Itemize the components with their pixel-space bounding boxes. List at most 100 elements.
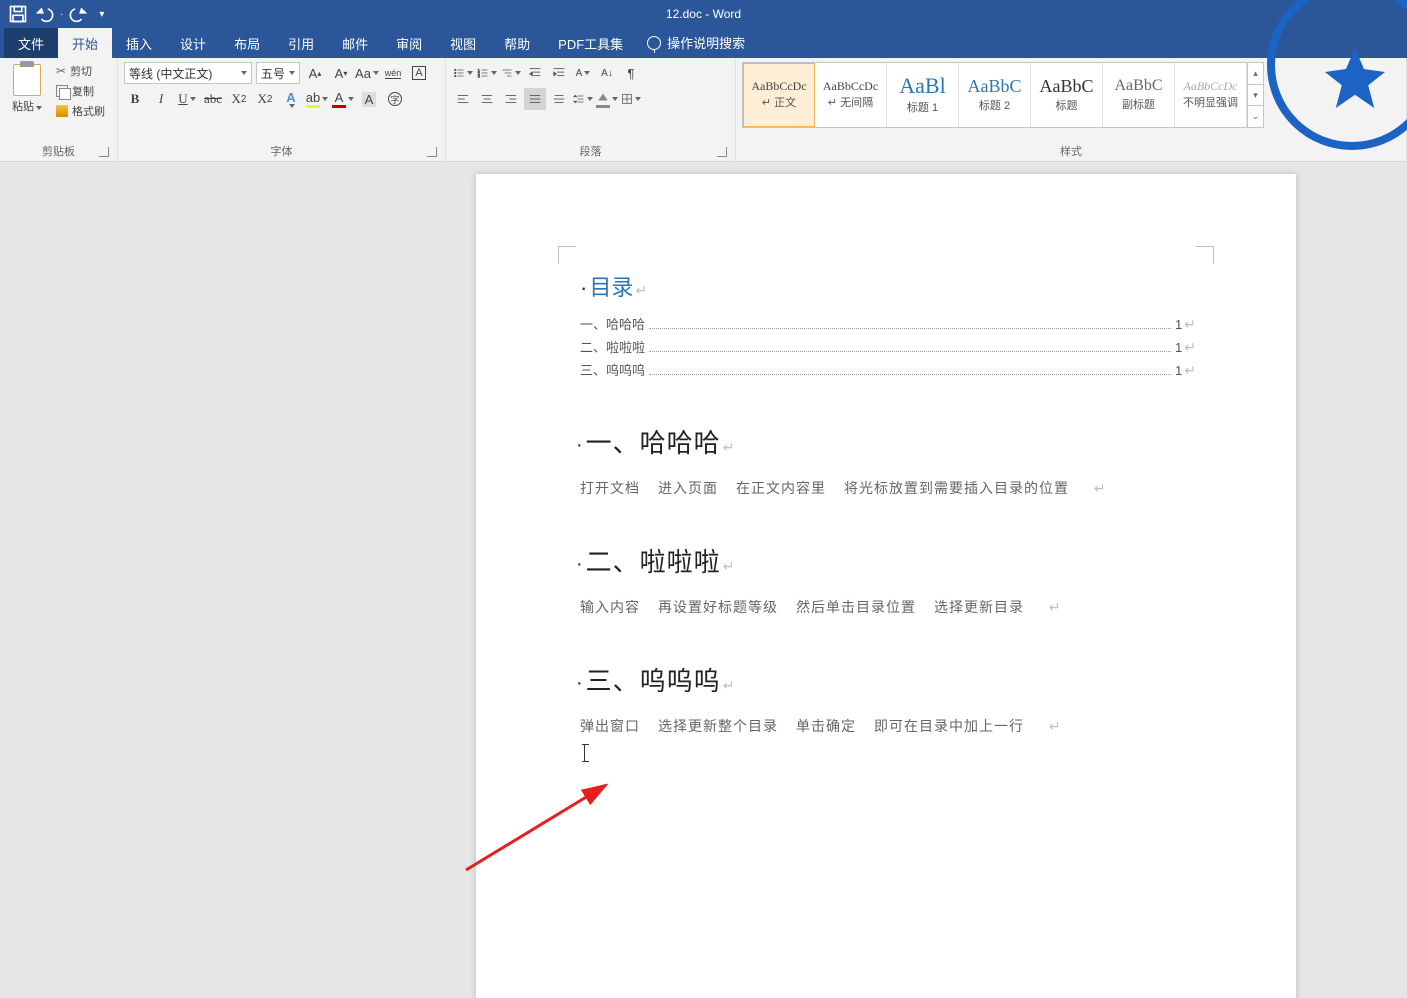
tab-home[interactable]: 开始 (58, 28, 112, 58)
cut-button[interactable]: ✂剪切 (52, 62, 109, 80)
toc-entry[interactable]: 三、呜呜呜1↵ (580, 360, 1196, 379)
heading[interactable]: ·二、啦啦啦↵ (576, 542, 1196, 579)
sort-button[interactable]: A↓ (596, 62, 618, 84)
change-case-button[interactable]: Aa (356, 62, 378, 84)
ribbon: 粘贴 ✂剪切 复制 格式刷 剪贴板 等线 (中文正文) 五号 A▴ A▾ Aa … (0, 58, 1407, 162)
tab-view[interactable]: 视图 (436, 28, 490, 58)
font-size-combo[interactable]: 五号 (256, 62, 300, 84)
heading[interactable]: ·三、呜呜呜↵ (576, 661, 1196, 698)
body-paragraph[interactable]: 输入内容再设置好标题等级然后单击目录位置选择更新目录 ↵ (580, 597, 1196, 617)
text-effects-button[interactable]: A (280, 88, 302, 110)
style-item-2[interactable]: AaBl标题 1 (887, 63, 959, 127)
gallery-scroll-button[interactable]: ⌄ (1248, 106, 1263, 127)
format-painter-button[interactable]: 格式刷 (52, 102, 109, 120)
enclose-characters-button[interactable]: 字 (384, 88, 406, 110)
multilevel-list-button[interactable] (500, 62, 522, 84)
document-canvas[interactable]: ·目录↵ 一、哈哈哈1↵ 二、啦啦啦1↵ 三、呜呜呜1↵ ·一、哈哈哈↵ 打开文档进入… (0, 162, 1407, 998)
line-spacing-button[interactable] (572, 88, 594, 110)
toc-entry[interactable]: 一、哈哈哈1↵ (580, 314, 1196, 333)
bullets-button[interactable] (452, 62, 474, 84)
group-paragraph: 123 A A↓ ¶ 段落 (446, 58, 736, 161)
tell-me-label: 操作说明搜索 (667, 33, 745, 52)
align-justify-button[interactable] (524, 88, 546, 110)
page[interactable]: ·目录↵ 一、哈哈哈1↵ 二、啦啦啦1↵ 三、呜呜呜1↵ ·一、哈哈哈↵ 打开文档进入… (476, 174, 1296, 998)
undo-icon[interactable] (34, 4, 54, 24)
tab-references[interactable]: 引用 (274, 28, 328, 58)
subscript-button[interactable]: X2 (228, 88, 250, 110)
toc-block: 一、哈哈哈1↵ 二、啦啦啦1↵ 三、呜呜呜1↵ (576, 314, 1196, 379)
tell-me-search[interactable]: 操作说明搜索 (637, 27, 755, 58)
ribbon-tabs: 文件 开始 插入 设计 布局 引用 邮件 审阅 视图 帮助 PDF工具集 操作说… (0, 28, 1407, 58)
numbering-button[interactable]: 123 (476, 62, 498, 84)
shading-button[interactable] (596, 88, 618, 110)
align-right-button[interactable] (500, 88, 522, 110)
align-left-button[interactable] (452, 88, 474, 110)
quick-access-toolbar: · ▾ (0, 4, 112, 24)
tab-mailings[interactable]: 邮件 (328, 28, 382, 58)
style-item-6[interactable]: AaBbCcDc不明显强调 (1175, 63, 1247, 127)
text-cursor-icon (584, 744, 585, 762)
tab-insert[interactable]: 插入 (112, 28, 166, 58)
grow-font-button[interactable]: A▴ (304, 62, 326, 84)
superscript-button[interactable]: X2 (254, 88, 276, 110)
italic-button[interactable]: I (150, 88, 172, 110)
align-center-button[interactable] (476, 88, 498, 110)
decrease-indent-button[interactable] (524, 62, 546, 84)
dialog-launcher-icon[interactable] (99, 147, 109, 157)
margin-corner-icon (1196, 246, 1214, 264)
strikethrough-button[interactable]: abc (202, 88, 224, 110)
style-item-4[interactable]: AaBbC标题 (1031, 63, 1103, 127)
tab-help[interactable]: 帮助 (490, 28, 544, 58)
tab-file[interactable]: 文件 (4, 28, 58, 58)
dialog-launcher-icon[interactable] (427, 147, 437, 157)
group-styles-label: 样式 (1060, 146, 1082, 158)
svg-text:3: 3 (478, 75, 480, 79)
increase-indent-button[interactable] (548, 62, 570, 84)
body-paragraph[interactable]: 打开文档进入页面在正文内容里将光标放置到需要插入目录的位置 ↵ (580, 478, 1196, 498)
paste-button[interactable]: 粘贴 (6, 62, 48, 116)
asian-layout-button[interactable]: A (572, 62, 594, 84)
heading[interactable]: ·一、哈哈哈↵ (576, 423, 1196, 460)
style-item-0[interactable]: AaBbCcDc↵ 正文 (743, 63, 815, 127)
tab-layout[interactable]: 布局 (220, 28, 274, 58)
bold-button[interactable]: B (124, 88, 146, 110)
copy-button[interactable]: 复制 (52, 82, 109, 100)
tab-design[interactable]: 设计 (166, 28, 220, 58)
style-item-5[interactable]: AaBbC副标题 (1103, 63, 1175, 127)
underline-button[interactable]: U (176, 88, 198, 110)
style-item-1[interactable]: AaBbCcDc↵ 无间隔 (815, 63, 887, 127)
font-color-button[interactable]: A (332, 88, 354, 110)
distribute-button[interactable] (548, 88, 570, 110)
tab-review[interactable]: 审阅 (382, 28, 436, 58)
lightbulb-icon (647, 36, 661, 50)
phonetic-guide-button[interactable]: wén (382, 62, 404, 84)
body-sections: ·一、哈哈哈↵ 打开文档进入页面在正文内容里将光标放置到需要插入目录的位置 ↵ ·二… (576, 423, 1196, 736)
borders-button[interactable] (620, 88, 642, 110)
group-clipboard: 粘贴 ✂剪切 复制 格式刷 剪贴板 (0, 58, 118, 161)
toc-entry[interactable]: 二、啦啦啦1↵ (580, 337, 1196, 356)
save-icon[interactable] (8, 4, 28, 24)
window-title: 12.doc - Word (0, 7, 1407, 21)
toc-title: ·目录↵ (580, 270, 1196, 302)
show-marks-button[interactable]: ¶ (620, 62, 642, 84)
highlight-button[interactable]: ab (306, 88, 328, 110)
character-shading-button[interactable]: A (358, 88, 380, 110)
title-bar: · ▾ 12.doc - Word (0, 0, 1407, 28)
styles-gallery: AaBbCcDc↵ 正文AaBbCcDc↵ 无间隔AaBl标题 1AaBbC标题… (742, 62, 1264, 128)
gallery-scroll-button[interactable]: ▴ (1248, 63, 1263, 85)
dialog-launcher-icon[interactable] (717, 147, 727, 157)
group-clipboard-label: 剪贴板 (42, 146, 75, 158)
gallery-scroll-button[interactable]: ▾ (1248, 85, 1263, 107)
body-paragraph[interactable]: 弹出窗口选择更新整个目录单击确定即可在目录中加上一行 ↵ (580, 716, 1196, 736)
scissors-icon: ✂ (56, 64, 66, 78)
tab-pdf[interactable]: PDF工具集 (544, 28, 637, 58)
character-border-button[interactable]: A (408, 62, 430, 84)
redo-icon[interactable] (69, 4, 89, 24)
paste-label: 粘贴 (12, 101, 34, 113)
group-font-label: 字体 (271, 146, 293, 158)
copy-icon (56, 85, 68, 97)
margin-corner-icon (558, 246, 576, 264)
style-item-3[interactable]: AaBbC标题 2 (959, 63, 1031, 127)
font-name-combo[interactable]: 等线 (中文正文) (124, 62, 252, 84)
shrink-font-button[interactable]: A▾ (330, 62, 352, 84)
